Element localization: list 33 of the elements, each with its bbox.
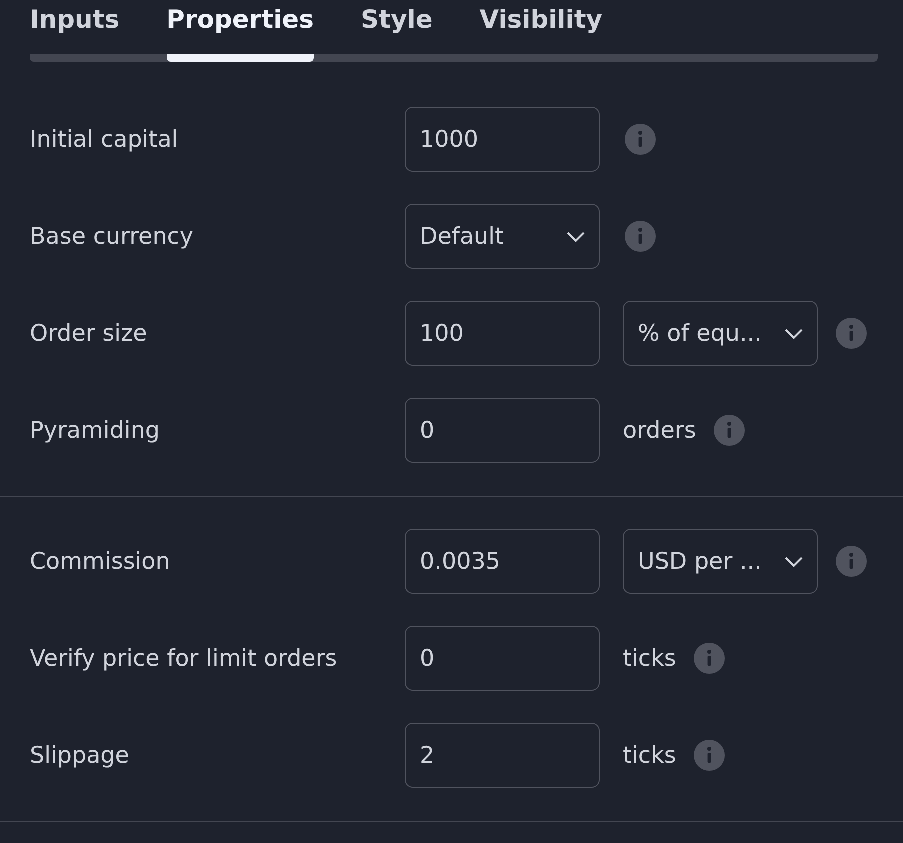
- tab[interactable]: Properties: [166, 0, 314, 62]
- input-field[interactable]: 0.0035: [405, 529, 600, 594]
- dropdown[interactable]: USD per ...: [623, 529, 818, 594]
- input-field[interactable]: 100: [405, 301, 600, 366]
- info-icon[interactable]: [625, 221, 656, 252]
- info-icon[interactable]: [694, 643, 726, 674]
- field-label: Pyramiding: [30, 418, 161, 444]
- info-icon[interactable]: [836, 546, 867, 577]
- dropdown[interactable]: % of equ...: [623, 301, 818, 366]
- unit-label: ticks: [623, 742, 676, 768]
- input-field[interactable]: 2: [405, 723, 600, 788]
- input-field[interactable]: 1000: [405, 107, 600, 172]
- chevron-down-icon: [785, 556, 803, 566]
- input-field[interactable]: 0: [405, 398, 600, 463]
- tab[interactable]: Style: [361, 0, 433, 62]
- dropdown[interactable]: Default: [405, 204, 600, 269]
- field-label: Slippage: [30, 742, 130, 768]
- field-label: Commission: [30, 548, 172, 574]
- unit-label: ticks: [623, 646, 676, 672]
- input-field[interactable]: 0: [405, 626, 600, 691]
- tab[interactable]: Visibility: [480, 0, 603, 62]
- tab[interactable]: Inputs: [30, 0, 120, 62]
- field-label: Base currency: [30, 224, 195, 250]
- info-icon[interactable]: [694, 740, 726, 771]
- info-icon[interactable]: [836, 318, 867, 349]
- unit-label: orders: [623, 418, 696, 444]
- chevron-down-icon: [785, 328, 803, 338]
- chevron-down-icon: [567, 232, 585, 242]
- info-icon[interactable]: [714, 415, 746, 446]
- info-icon[interactable]: [625, 124, 656, 155]
- field-label: Verify price for limit orders: [30, 646, 338, 672]
- field-label: Initial capital: [30, 126, 180, 152]
- field-label: Order size: [30, 320, 148, 346]
